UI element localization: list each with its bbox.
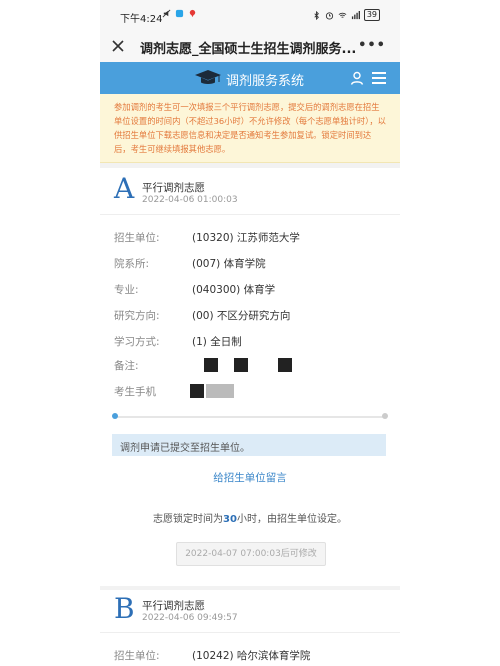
redaction-mask <box>190 384 204 398</box>
horizontal-scrollbar[interactable] <box>112 413 388 421</box>
field-label: 考生手机 <box>114 386 156 398</box>
field-label: 备注: <box>114 360 139 372</box>
app-notify-icon <box>175 9 184 18</box>
field-phone: 考生手机 <box>114 384 394 400</box>
mute-icon <box>162 9 171 18</box>
graduation-cap-icon <box>195 70 221 84</box>
hamburger-menu-icon[interactable] <box>372 72 386 84</box>
field-value: (00) 不区分研究方向 <box>192 310 291 322</box>
close-icon[interactable] <box>110 38 126 54</box>
leave-message-link[interactable]: 给招生单位留言 <box>100 470 400 485</box>
browser-nav-bar: 调剂志愿_全国硕士生招生调剂服务... ••• <box>100 32 400 62</box>
signal-icon <box>351 10 360 19</box>
scrollbar-thumb[interactable] <box>112 413 118 419</box>
scrollbar-track <box>116 416 384 418</box>
field-major: 专业: (040300) 体育学 <box>114 282 394 298</box>
field-label: 学习方式: <box>114 336 160 348</box>
volunteer-title: 平行调剂志愿 <box>142 182 205 194</box>
page-title: 调剂志愿_全国硕士生招生调剂服务... <box>140 42 357 57</box>
field-remark: 备注: <box>114 358 394 374</box>
alarm-icon <box>325 11 333 20</box>
wifi-icon <box>338 12 347 18</box>
field-value: (1) 全日制 <box>192 336 242 348</box>
volunteer-letter: A <box>114 172 135 205</box>
volunteer-card-a: A 平行调剂志愿 2022-04-06 01:00:03 招生单位: (1032… <box>100 168 400 586</box>
notice-text: 参加调剂的考生可一次填报三个平行调剂志愿，提交后的调剂志愿在招生单位设置的时间内… <box>114 102 386 154</box>
field-value: (10242) 哈尔滨体育学院 <box>192 650 311 662</box>
field-school: 招生单位: (10242) 哈尔滨体育学院 <box>114 648 394 664</box>
status-time: 下午4:24 <box>120 14 163 25</box>
volunteer-date: 2022-04-06 01:00:03 <box>142 195 238 205</box>
divider <box>100 632 400 633</box>
field-school: 招生单位: (10320) 江苏师范大学 <box>114 230 394 246</box>
field-study-mode: 学习方式: (1) 全日制 <box>114 334 394 350</box>
redaction-mask <box>234 358 248 372</box>
field-value: (007) 体育学院 <box>192 258 266 270</box>
status-right-icons: 39 <box>312 9 380 21</box>
modify-button[interactable]: 2022-04-07 07:00:03后可修改 <box>176 542 326 566</box>
scrollbar-end <box>382 413 388 419</box>
status-bar: 下午4:24 39 <box>100 0 400 32</box>
status-text: 调剂申请已提交至招生单位。 <box>120 443 250 454</box>
field-label: 研究方向: <box>114 310 160 322</box>
volunteer-date: 2022-04-06 09:49:57 <box>142 613 238 623</box>
volunteer-letter: B <box>114 592 135 625</box>
status-message: 调剂申请已提交至招生单位。 <box>112 434 386 456</box>
field-label: 招生单位: <box>114 232 160 244</box>
volunteer-card-b: B 平行调剂志愿 2022-04-06 09:49:57 招生单位: (1024… <box>100 590 400 666</box>
phone-screen: 下午4:24 39 调剂志愿_全国硕士生招生调剂服务... ••• 调剂服务系统… <box>100 0 400 666</box>
app-header: 调剂服务系统 <box>100 62 400 94</box>
field-value: (10320) 江苏师范大学 <box>192 232 300 244</box>
field-department: 院系所: (007) 体育学院 <box>114 256 394 272</box>
redaction-mask <box>204 358 218 372</box>
user-icon[interactable] <box>350 71 364 85</box>
lock-time-info: 志愿锁定时间为30小时，由招生单位设定。 <box>100 510 400 525</box>
lock-hours: 30 <box>223 514 237 525</box>
lock-suffix: 小时，由招生单位设定。 <box>236 514 347 525</box>
bluetooth-icon <box>314 10 319 20</box>
field-research-direction: 研究方向: (00) 不区分研究方向 <box>114 308 394 324</box>
lock-prefix: 志愿锁定时间为 <box>153 514 224 525</box>
volunteer-title: 平行调剂志愿 <box>142 600 205 612</box>
app-name: 调剂服务系统 <box>226 74 305 89</box>
more-menu-icon[interactable]: ••• <box>358 38 386 53</box>
status-left-icons <box>162 9 197 18</box>
redaction-mask <box>278 358 292 372</box>
field-label: 院系所: <box>114 258 150 270</box>
field-label: 招生单位: <box>114 650 160 662</box>
field-label: 专业: <box>114 284 139 296</box>
field-value: (040300) 体育学 <box>192 284 276 296</box>
redaction-mask <box>220 384 234 398</box>
divider <box>100 214 400 215</box>
location-icon <box>189 9 196 18</box>
notice-banner: 参加调剂的考生可一次填报三个平行调剂志愿，提交后的调剂志愿在招生单位设置的时间内… <box>100 94 400 163</box>
redaction-mask <box>206 384 220 398</box>
battery-icon: 39 <box>363 9 380 21</box>
